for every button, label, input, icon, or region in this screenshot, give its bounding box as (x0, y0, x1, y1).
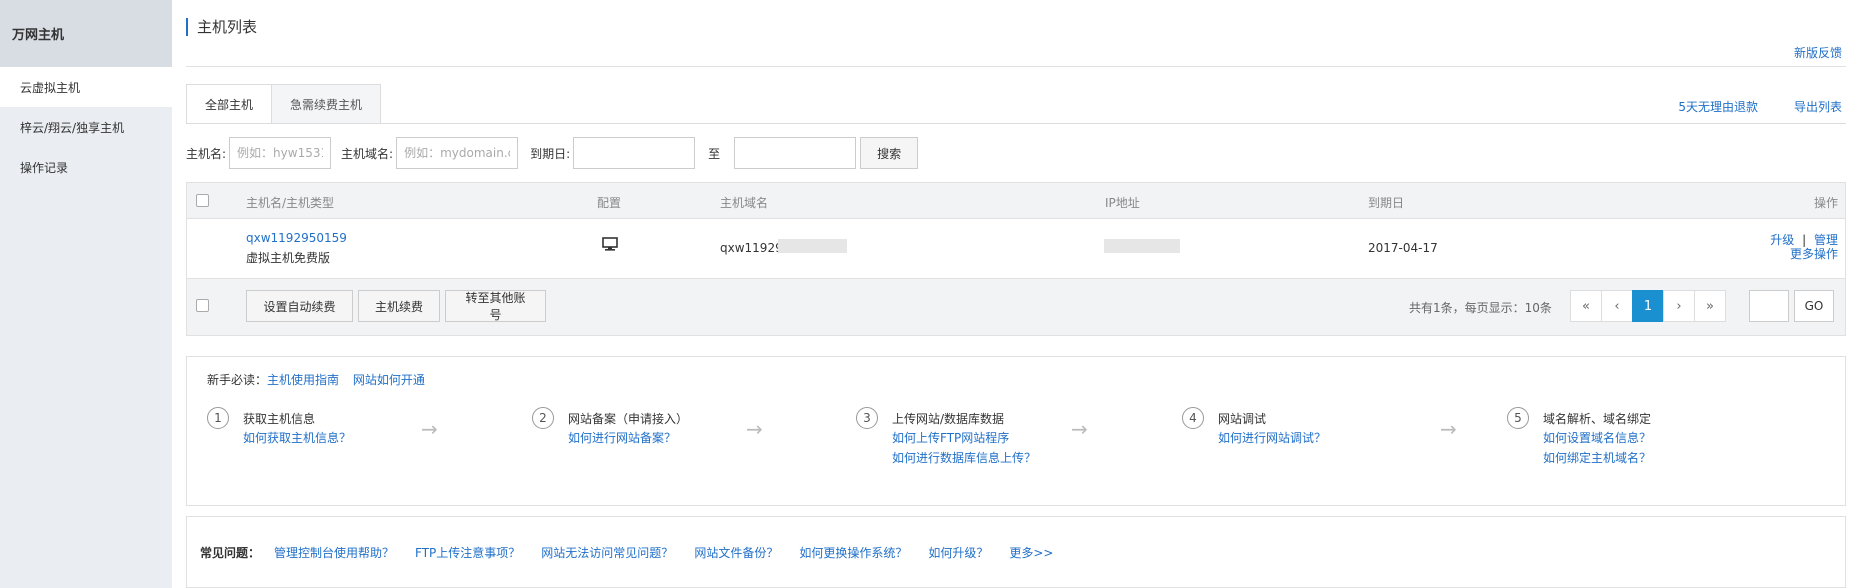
arrow-right-icon: → (746, 417, 763, 441)
page-first-button[interactable]: « (1570, 290, 1602, 322)
sidebar-item-virtual-host[interactable]: 云虚拟主机 (0, 67, 172, 107)
expiry-to-label: 至 (708, 146, 721, 161)
step-2-link-1[interactable]: 如何进行网站备案？ (568, 429, 676, 446)
go-button[interactable]: GO (1794, 290, 1834, 322)
table-footer: 设置自动续费 主机续费 转至其他账号 共有1条，每页显示：10条 « ‹ 1 ›… (187, 279, 1845, 335)
faq-bar: 常见问题： 管理控制台使用帮助？ FTP上传注意事项？ 网站无法访问常见问题？ … (186, 516, 1846, 588)
export-list-link[interactable]: 导出列表 (1794, 98, 1842, 115)
faq-upgrade-link[interactable]: 如何升级？ (928, 544, 988, 561)
col-ops: 操作 (1813, 196, 1838, 210)
faq-os-change-link[interactable]: 如何更换操作系统？ (799, 544, 907, 561)
host-renew-button[interactable]: 主机续费 (358, 290, 440, 322)
step-3-number: 3 (856, 407, 878, 429)
tabs-divider (186, 123, 1846, 124)
host-name-label: 主机名: (186, 146, 227, 161)
beginner-guide: 新手必读：主机使用指南 网站如何开通 1 获取主机信息 如何获取主机信息？ → … (186, 356, 1846, 506)
more-ops-link[interactable]: 更多操作 (1790, 245, 1838, 262)
host-name-input[interactable] (229, 137, 332, 169)
page-1-button[interactable]: 1 (1632, 290, 1664, 322)
faq-console-help-link[interactable]: 管理控制台使用帮助？ (274, 544, 394, 561)
filter-bar: 主机名: 主机域名: 到期日: 至 搜索 (186, 137, 919, 169)
col-config: 配置 (597, 196, 622, 210)
faq-more-link[interactable]: 更多>> (1009, 544, 1053, 561)
select-all-checkbox[interactable] (196, 194, 209, 207)
sidebar-item-dedicated-host[interactable]: 梓云/翔云/独享主机 (0, 107, 172, 147)
step-5-title: 域名解析、域名绑定 (1543, 412, 1652, 426)
faq-ftp-link[interactable]: FTP上传注意事项？ (415, 544, 520, 561)
host-type: 虚拟主机免费版 (246, 251, 331, 265)
page-next-button[interactable]: › (1663, 290, 1695, 322)
step-5-number: 5 (1507, 407, 1529, 429)
col-host-name: 主机名/主机类型 (246, 196, 335, 210)
step-2-number: 2 (532, 407, 554, 429)
expiry-label: 到期日: (530, 146, 571, 161)
step-1-title: 获取主机信息 (243, 412, 316, 426)
host-domain-input[interactable] (396, 137, 519, 169)
feedback-link[interactable]: 新版反馈 (1794, 44, 1842, 61)
monitor-icon[interactable] (602, 237, 618, 255)
col-expiry: 到期日 (1368, 196, 1405, 210)
ip-address-redaction (1104, 239, 1180, 253)
expiry-end-input[interactable] (734, 137, 857, 169)
tab-actions: 5天无理由退款 导出列表 (1678, 98, 1842, 115)
refund-link[interactable]: 5天无理由退款 (1678, 98, 1758, 115)
step-4-number: 4 (1182, 407, 1204, 429)
sidebar-item-operation-log[interactable]: 操作记录 (0, 147, 172, 187)
table-row: qxw1192950159 虚拟主机免费版 qxw119295 2017-04-… (187, 219, 1845, 279)
page-number-input[interactable] (1749, 290, 1789, 322)
step-5-link-2[interactable]: 如何绑定主机域名？ (1543, 449, 1651, 466)
faq-label: 常见问题： (200, 545, 261, 560)
step-3-link-2[interactable]: 如何进行数据库信息上传？ (892, 449, 1036, 466)
title-divider (186, 66, 1846, 67)
host-domain-label: 主机域名: (341, 146, 394, 161)
search-button[interactable]: 搜索 (860, 137, 919, 169)
tab-renewal-needed[interactable]: 急需续费主机 (271, 84, 382, 124)
host-guide-link[interactable]: 主机使用指南 (267, 373, 339, 387)
sidebar-title: 万网主机 (0, 0, 172, 67)
arrow-right-icon: → (1440, 417, 1457, 441)
step-4-title: 网站调试 (1218, 412, 1267, 426)
tab-bar: 全部主机 急需续费主机 (186, 84, 382, 124)
main-content: 主机列表 新版反馈 全部主机 急需续费主机 5天无理由退款 导出列表 主机名: … (186, 0, 1856, 588)
col-domain: 主机域名 (720, 196, 769, 210)
expiry-start-input[interactable] (573, 137, 696, 169)
arrow-right-icon: → (1071, 417, 1088, 441)
step-1-number: 1 (207, 407, 229, 429)
table-header: 主机名/主机类型 配置 主机域名 IP地址 到期日 操作 (187, 183, 1845, 219)
faq-site-access-link[interactable]: 网站无法访问常见问题？ (541, 544, 673, 561)
col-ip: IP地址 (1105, 196, 1140, 210)
guide-prefix: 新手必读： (207, 373, 268, 387)
expiry-date: 2017-04-17 (1368, 241, 1438, 255)
page-last-button[interactable]: » (1694, 290, 1726, 322)
auto-renew-button[interactable]: 设置自动续费 (246, 290, 353, 322)
step-3-link-1[interactable]: 如何上传FTP网站程序 (892, 429, 1009, 446)
pagination-summary: 共有1条，每页显示：10条 (1409, 301, 1552, 315)
domain-redaction (778, 239, 847, 253)
step-5-link-1[interactable]: 如何设置域名信息？ (1543, 429, 1651, 446)
step-3-title: 上传网站/数据库数据 (892, 412, 1005, 426)
tab-all-hosts[interactable]: 全部主机 (186, 84, 273, 124)
pagination: « ‹ 1 › » (1570, 290, 1726, 322)
sidebar: 万网主机 云虚拟主机 梓云/翔云/独享主机 操作记录 (0, 0, 172, 588)
step-2-title: 网站备案（申请接入） (568, 412, 689, 426)
site-setup-link[interactable]: 网站如何开通 (353, 373, 425, 387)
guide-header: 新手必读：主机使用指南 网站如何开通 (207, 371, 425, 388)
faq-backup-link[interactable]: 网站文件备份？ (694, 544, 778, 561)
host-table: 主机名/主机类型 配置 主机域名 IP地址 到期日 操作 qxw11929501… (186, 182, 1846, 336)
arrow-right-icon: → (421, 417, 438, 441)
step-1-link-1[interactable]: 如何获取主机信息？ (243, 429, 351, 446)
host-name-link[interactable]: qxw1192950159 (246, 231, 347, 245)
footer-select-checkbox[interactable] (196, 299, 209, 312)
page-prev-button[interactable]: ‹ (1601, 290, 1633, 322)
step-4-link-1[interactable]: 如何进行网站调试？ (1218, 429, 1326, 446)
page-title: 主机列表 (186, 18, 257, 36)
transfer-account-button[interactable]: 转至其他账号 (445, 290, 546, 322)
